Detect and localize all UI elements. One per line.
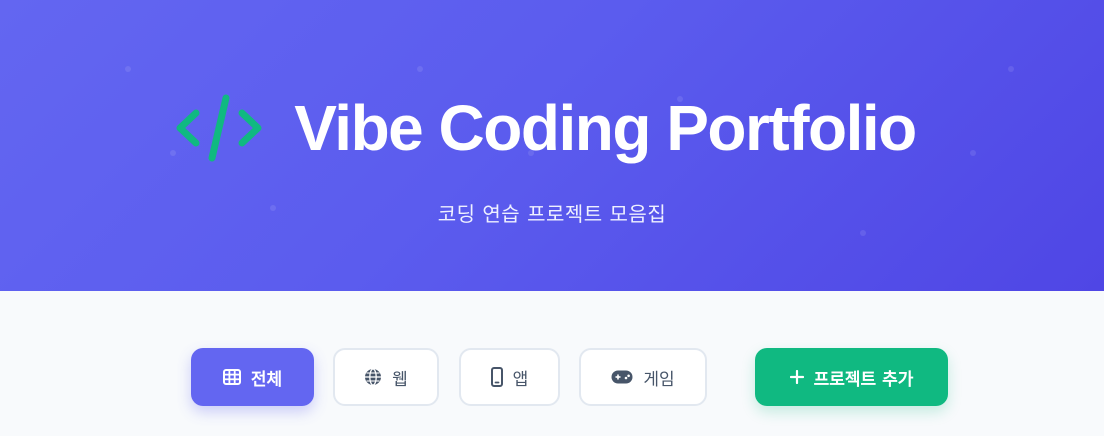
filter-web-label: 웹 xyxy=(392,369,408,390)
globe-icon xyxy=(364,368,382,386)
filter-game-button[interactable]: 게임 xyxy=(579,348,707,406)
page-title: Vibe Coding Portfolio xyxy=(294,92,917,164)
grid-icon xyxy=(222,369,241,385)
background-dot xyxy=(1008,66,1014,72)
filter-game-label: 게임 xyxy=(643,369,675,390)
code-icon xyxy=(176,93,262,163)
mobile-icon xyxy=(490,367,503,387)
gamepad-icon xyxy=(611,370,633,384)
plus-icon xyxy=(789,370,804,384)
filter-app-label: 앱 xyxy=(512,369,529,390)
title-row: Vibe Coding Portfolio xyxy=(0,86,1104,170)
hero-header: Vibe Coding Portfolio 코딩 연습 프로젝트 모음집 xyxy=(0,0,1104,291)
page-subtitle: 코딩 연습 프로젝트 모음집 xyxy=(437,202,667,226)
add-project-button[interactable]: 프로젝트 추가 xyxy=(755,348,948,406)
filter-app-button[interactable]: 앱 xyxy=(459,348,560,406)
filter-all-label: 전체 xyxy=(250,369,283,390)
background-dot xyxy=(417,66,423,72)
add-project-label: 프로젝트 추가 xyxy=(813,369,914,390)
filter-web-button[interactable]: 웹 xyxy=(333,348,439,406)
background-dot xyxy=(860,230,866,236)
filter-bar: 전체 웹 앱 게임 프로젝트 추가 xyxy=(0,348,1104,408)
background-dot xyxy=(125,66,131,72)
filter-all-button[interactable]: 전체 xyxy=(191,348,314,406)
